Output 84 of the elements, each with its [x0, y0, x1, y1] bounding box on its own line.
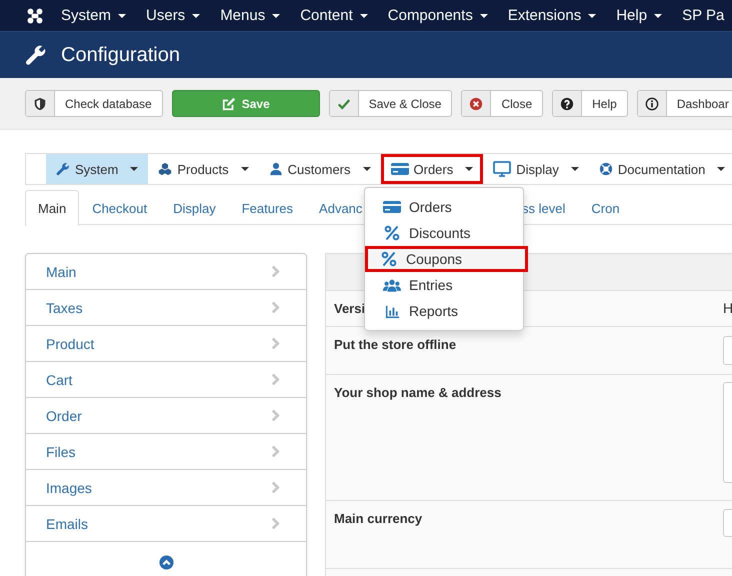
sidebar-item[interactable]: Product	[26, 326, 306, 362]
chevron-right-icon	[271, 301, 280, 314]
toolbar-button[interactable]: Check database	[25, 90, 163, 117]
column-header: H	[723, 299, 732, 318]
percent-icon	[381, 251, 397, 267]
toolbar-button[interactable]: Close	[461, 90, 544, 117]
monitor-icon	[493, 161, 512, 177]
dropdown-item[interactable]: Entries	[365, 272, 523, 298]
page-title: Configuration	[61, 44, 180, 66]
wrench-icon	[25, 44, 47, 66]
shield-icon	[33, 96, 47, 110]
sidebar-item[interactable]: Order	[26, 398, 306, 434]
dropdown-item[interactable]: Coupons	[365, 246, 528, 272]
toolbar-button[interactable]: Dashboar	[636, 90, 732, 117]
caret-icon	[192, 14, 200, 18]
field-label: Main currency	[334, 510, 424, 528]
field-label: Your shop name & address	[334, 384, 502, 402]
caret-icon	[362, 167, 371, 171]
column-header: Versi	[334, 301, 366, 316]
info-icon	[644, 96, 659, 110]
toolbar-button[interactable]: Save & Close	[328, 90, 452, 117]
caret-icon	[465, 167, 474, 171]
caret-icon	[717, 167, 726, 171]
caret-icon	[588, 14, 596, 18]
nav-menu-item[interactable]: Customers	[258, 154, 381, 184]
menu-item[interactable]: Components	[378, 0, 498, 31]
chevron-up-icon	[158, 554, 174, 570]
chevron-right-icon	[271, 373, 280, 386]
bar-chart-icon	[384, 304, 400, 318]
dropdown-item[interactable]: Reports	[365, 298, 523, 324]
nav-menu-item[interactable]: Documentation	[588, 154, 732, 184]
nav-menu-item[interactable]: Products	[148, 154, 259, 184]
cubes-icon	[158, 162, 172, 176]
menu-item[interactable]: SP Pa	[672, 0, 732, 31]
sidebar-item[interactable]: Main	[26, 254, 306, 290]
help-icon	[560, 96, 574, 110]
chevron-right-icon	[271, 265, 280, 278]
chevron-right-icon	[271, 445, 280, 458]
tab[interactable]: Main	[25, 190, 80, 226]
nav-menu-item[interactable]: Display	[483, 154, 589, 184]
chevron-right-icon	[271, 337, 280, 350]
logo-icon	[26, 6, 44, 24]
menu-item[interactable]: Help	[606, 0, 672, 31]
menu-item[interactable]: Menus	[210, 0, 290, 31]
caret-icon	[130, 167, 138, 171]
menu-item[interactable]: System	[51, 0, 136, 31]
chevron-right-icon	[271, 481, 280, 494]
sidebar-item[interactable]: Files	[26, 434, 306, 470]
nav-menu-item[interactable]: System	[46, 154, 148, 184]
field-label: Put the store offline	[334, 336, 458, 354]
check-icon	[336, 96, 351, 110]
lifebuoy-icon	[598, 162, 613, 176]
caret-icon	[272, 14, 280, 18]
card-icon	[390, 162, 409, 176]
percent-icon	[384, 225, 400, 241]
caret-icon	[240, 167, 249, 171]
users-icon	[383, 278, 401, 292]
chevron-right-icon	[271, 517, 280, 530]
caret-icon	[360, 14, 368, 18]
close-icon	[469, 96, 484, 110]
sidebar-item[interactable]: Emails	[26, 506, 306, 542]
sidebar-item[interactable]: Taxes	[26, 290, 306, 326]
menu-item[interactable]: Content	[290, 0, 378, 31]
sidebar-item[interactable]: Images	[26, 470, 306, 506]
user-icon	[268, 162, 283, 176]
menu-item[interactable]: Users	[136, 0, 210, 31]
toolbar-button[interactable]: Help	[552, 90, 628, 117]
caret-icon	[570, 167, 579, 171]
wrench-icon	[56, 162, 70, 176]
dropdown-item[interactable]: Orders	[365, 194, 523, 220]
menu-item[interactable]: Extensions	[498, 0, 606, 31]
tab[interactable]: Display	[160, 190, 229, 225]
caret-icon	[654, 14, 662, 18]
chevron-right-icon	[271, 409, 280, 422]
nav-menu-item[interactable]: Orders	[380, 154, 484, 184]
tab[interactable]: Cron	[578, 190, 633, 225]
sidebar-item[interactable]: Cart	[26, 362, 306, 398]
dropdown-item[interactable]: Discounts	[365, 220, 523, 246]
tab[interactable]: Features	[228, 190, 306, 225]
caret-icon	[480, 14, 488, 18]
tab[interactable]: Checkout	[79, 190, 160, 225]
card-icon	[383, 200, 401, 214]
edit-icon	[222, 96, 236, 110]
caret-icon	[118, 14, 126, 18]
